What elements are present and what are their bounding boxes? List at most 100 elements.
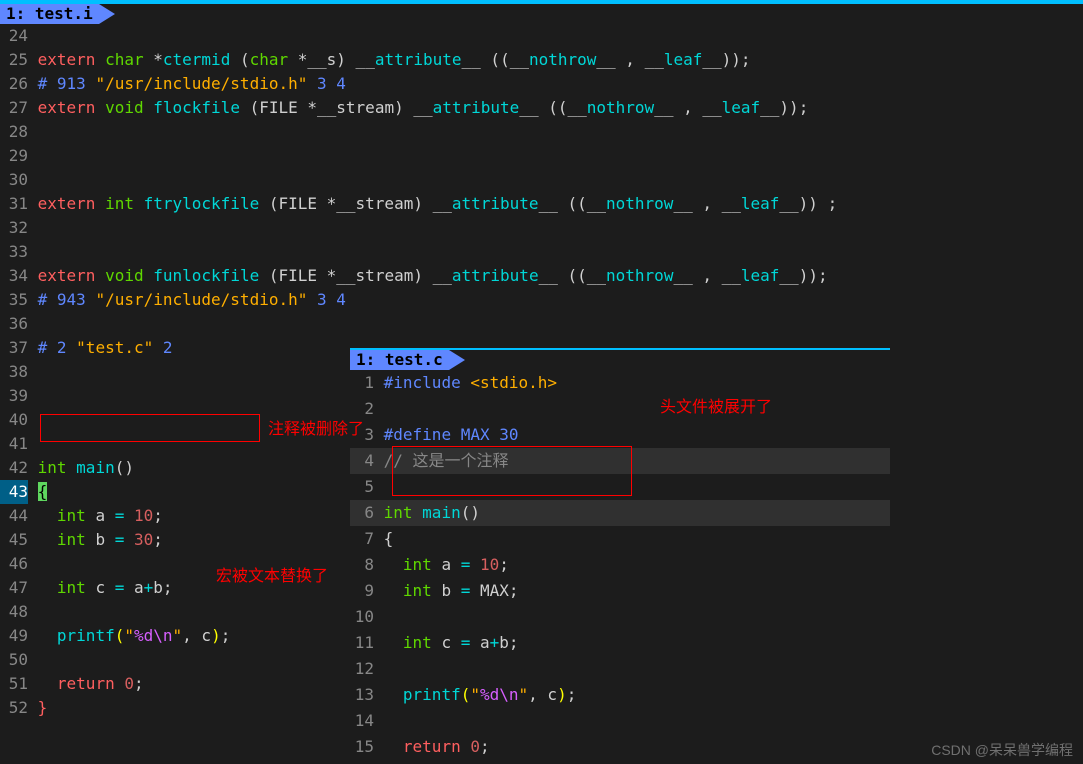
token — [384, 737, 403, 756]
annotation-box-comment-deleted — [40, 414, 260, 442]
code-line[interactable]: 25 extern char *ctermid (char *__s) __at… — [0, 48, 1083, 72]
code-line[interactable]: 32 — [0, 216, 1083, 240]
line-number: 41 — [0, 432, 28, 456]
token: int — [105, 194, 144, 213]
line-number: 30 — [0, 168, 28, 192]
token: __ , __ — [596, 50, 663, 69]
code-line[interactable]: 1 #include <stdio.h> — [350, 370, 890, 396]
tab-test-c[interactable]: 1: test.c — [350, 350, 449, 370]
token: ; — [134, 674, 144, 693]
token: = — [461, 633, 471, 652]
token: 0 — [124, 674, 134, 693]
token: ; — [153, 506, 163, 525]
token: int — [403, 633, 442, 652]
token: (FILE *__stream) __ — [259, 266, 452, 285]
line-number: 6 — [350, 500, 374, 526]
token: b; — [499, 633, 518, 652]
line-number: 51 — [0, 672, 28, 696]
line-number: 47 — [0, 576, 28, 600]
code-line[interactable]: 15 return 0; — [350, 734, 890, 760]
code-line[interactable]: 33 — [0, 240, 1083, 264]
token: = — [461, 555, 471, 574]
code-line[interactable]: 3 #define MAX 30 — [350, 422, 890, 448]
annotation-header-expanded: 头文件被展开了 — [660, 393, 772, 417]
line-number: 40 — [0, 408, 28, 432]
token: # 2 — [38, 338, 77, 357]
window-topbar — [0, 0, 1083, 4]
code-line[interactable]: 34 extern void funlockfile (FILE *__stre… — [0, 264, 1083, 288]
token — [38, 530, 57, 549]
code-line[interactable]: 13 printf("%d\n", c); — [350, 682, 890, 708]
token: __ ((__ — [519, 98, 586, 117]
line-number: 44 — [0, 504, 28, 528]
code-line[interactable]: 6 int main() — [350, 500, 890, 526]
line-number: 49 — [0, 624, 28, 648]
token: extern — [38, 266, 105, 285]
token: (FILE *__stream) __ — [240, 98, 433, 117]
token: __)); — [702, 50, 750, 69]
code-line[interactable]: 35 # 943 "/usr/include/stdio.h" 3 4 — [0, 288, 1083, 312]
line-number: 37 — [0, 336, 28, 360]
token: leaf — [722, 98, 761, 117]
token: nothrow — [606, 266, 673, 285]
token: attribute — [452, 266, 539, 285]
token: extern — [38, 194, 105, 213]
token: __)); — [760, 98, 808, 117]
token: *__s) __ — [288, 50, 375, 69]
code-line[interactable]: 27 extern void flockfile (FILE *__stream… — [0, 96, 1083, 120]
token: return — [403, 737, 470, 756]
token: attribute — [433, 98, 520, 117]
token: void — [105, 98, 153, 117]
token: char — [105, 50, 153, 69]
token: = — [115, 506, 125, 525]
line-number: 14 — [350, 708, 374, 734]
code-line[interactable]: 9 int b = MAX; — [350, 578, 890, 604]
code-line[interactable]: 14 — [350, 708, 890, 734]
line-number: 46 — [0, 552, 28, 576]
token: ( — [230, 50, 249, 69]
token: int — [403, 555, 442, 574]
token: a — [95, 506, 114, 525]
token: nothrow — [587, 98, 654, 117]
token: flockfile — [153, 98, 240, 117]
code-line[interactable]: 7 { — [350, 526, 890, 552]
line-number: 8 — [350, 552, 374, 578]
code-line[interactable]: 31 extern int ftrylockfile (FILE *__stre… — [0, 192, 1083, 216]
code-line[interactable]: 24 — [0, 24, 1083, 48]
overlay-editor[interactable]: 1 #include <stdio.h>2 3 #define MAX 304 … — [350, 370, 890, 760]
token: b — [95, 530, 114, 549]
token: " — [519, 685, 529, 704]
token: __ , __ — [654, 98, 721, 117]
code-line[interactable]: 36 — [0, 312, 1083, 336]
line-number: 7 — [350, 526, 374, 552]
token: printf — [403, 685, 461, 704]
code-line[interactable]: 11 int c = a+b; — [350, 630, 890, 656]
code-line[interactable]: 30 — [0, 168, 1083, 192]
token: ; — [480, 737, 490, 756]
code-line[interactable]: 2 — [350, 396, 890, 422]
token: b; — [153, 578, 172, 597]
code-line[interactable]: 8 int a = 10; — [350, 552, 890, 578]
line-number: 24 — [0, 24, 28, 48]
token: ) — [557, 685, 567, 704]
token: ) — [211, 626, 221, 645]
token: __ ((__ — [539, 266, 606, 285]
line-number: 36 — [0, 312, 28, 336]
token: # 913 — [38, 74, 96, 93]
token: <stdio.h> — [470, 373, 557, 392]
token — [384, 581, 403, 600]
token: { — [38, 482, 48, 501]
token: int — [57, 530, 96, 549]
code-line[interactable]: 10 — [350, 604, 890, 630]
line-number: 52 — [0, 696, 28, 720]
tab-test-i[interactable]: 1: test.i — [0, 4, 99, 24]
token: __ , __ — [673, 194, 740, 213]
token — [38, 674, 57, 693]
token: , c — [528, 685, 557, 704]
token: ; — [221, 626, 231, 645]
code-line[interactable]: 29 — [0, 144, 1083, 168]
code-line[interactable]: 26 # 913 "/usr/include/stdio.h" 3 4 — [0, 72, 1083, 96]
token — [38, 506, 57, 525]
code-line[interactable]: 12 — [350, 656, 890, 682]
code-line[interactable]: 28 — [0, 120, 1083, 144]
